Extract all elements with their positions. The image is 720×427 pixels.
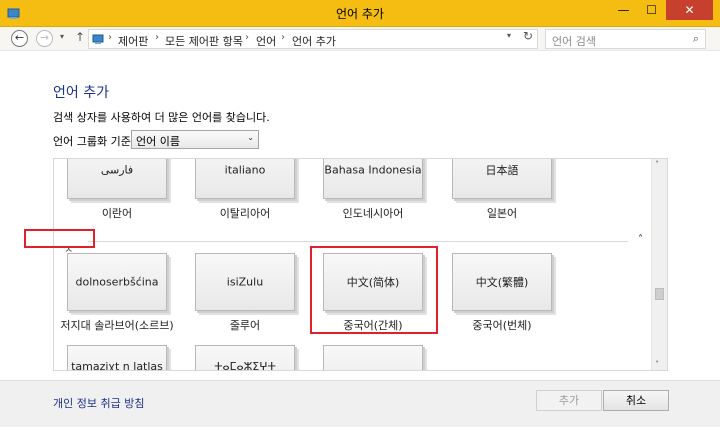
language-tile-italian[interactable]: italiano <box>195 159 295 199</box>
language-label: 인도네시아어 <box>342 207 404 220</box>
address-bar[interactable]: › 제어판 › 모든 제어판 항목 › 언어 › 언어 추가 <box>88 29 538 49</box>
title-bar: 언어 추가 — ☐ ✕ <box>0 0 720 27</box>
language-tile-lower-sorbian[interactable]: dolnoserbšćina <box>67 253 167 311</box>
refresh-icon[interactable]: ↻ <box>523 29 533 43</box>
highlight-box-chinese-simplified <box>310 246 438 334</box>
language-tile-persian[interactable]: فارسی <box>67 159 167 199</box>
breadcrumb-all-items[interactable]: 모든 제어판 항목 <box>165 33 243 49</box>
language-label: 줄루어 <box>229 319 261 332</box>
main-content: 언어 추가 검색 상자를 사용하여 더 많은 언어를 찾습니다. 언어 그룹화 … <box>0 52 720 380</box>
breadcrumb-separator: › <box>281 32 285 43</box>
minimize-button[interactable]: — <box>610 0 637 20</box>
language-label: 저지대 솔라브어(소르브) <box>60 319 174 332</box>
language-native-name: isiZulu <box>226 275 264 289</box>
language-native-name: فارسی <box>100 163 134 177</box>
language-label: 이란어 <box>101 207 133 220</box>
back-button[interactable]: ← <box>11 30 28 47</box>
recent-pages-dropdown-icon[interactable]: ▾ <box>60 32 64 41</box>
footer: 개인 정보 취급 방침 추가 취소 <box>0 380 720 427</box>
page-title: 언어 추가 <box>53 85 109 101</box>
language-native-name: italiano <box>224 163 266 177</box>
close-button[interactable]: ✕ <box>666 0 713 20</box>
breadcrumb-language[interactable]: 언어 <box>256 33 276 49</box>
maximize-button[interactable]: ☐ <box>638 0 665 20</box>
up-button[interactable]: ↑ <box>75 30 85 44</box>
group-by-label: 언어 그룹화 기준: <box>53 135 135 148</box>
scroll-up-icon[interactable]: ˄ <box>655 160 659 169</box>
breadcrumb-add-language[interactable]: 언어 추가 <box>292 33 336 49</box>
breadcrumb-separator: › <box>245 32 249 43</box>
search-placeholder: 언어 검색 <box>552 35 596 48</box>
address-row: ← → ▾ ↑ › 제어판 › 모든 제어판 항목 › 언어 › 언어 추가 ▾… <box>0 27 720 51</box>
scroll-down-icon[interactable]: ˅ <box>655 360 659 369</box>
language-native-name: 中文(繁體) <box>475 276 529 289</box>
language-native-name: tamaziɣt n laṭlaṣ <box>71 360 163 371</box>
language-tile-tamazight-tifinagh[interactable]: ⵜⴰⵎⴰⵣⵉⵖⵜ <box>195 345 295 371</box>
address-history-dropdown-icon[interactable]: ▾ <box>507 31 511 40</box>
control-panel-icon <box>92 34 104 44</box>
language-tile-partial[interactable] <box>323 345 423 370</box>
language-native-name: Bahasa Indonesia <box>324 163 422 177</box>
collapse-group-icon[interactable]: ˄ <box>638 234 643 245</box>
group-divider <box>88 241 628 242</box>
page-description: 검색 상자를 사용하여 더 많은 언어를 찾습니다. <box>53 111 270 124</box>
breadcrumb-control-panel[interactable]: 제어판 <box>118 33 148 49</box>
privacy-policy-link[interactable]: 개인 정보 취급 방침 <box>53 395 144 411</box>
search-input[interactable]: 언어 검색 ⌕ <box>545 29 706 49</box>
language-native-name: 日本語 <box>485 164 519 177</box>
language-tile-japanese[interactable]: 日本語 <box>452 159 552 199</box>
language-label: 일본어 <box>486 207 518 220</box>
vertical-scrollbar[interactable]: ˄ ˅ <box>651 159 667 370</box>
language-label: 중국어(번체) <box>472 319 532 332</box>
language-label: 이탈리아어 <box>219 207 271 220</box>
language-tile-indonesian[interactable]: Bahasa Indonesia <box>323 159 423 199</box>
add-button[interactable]: 추가 <box>536 390 602 411</box>
language-tile-zulu[interactable]: isiZulu <box>195 253 295 311</box>
language-native-name: ⵜⴰⵎⴰⵣⵉⵖⵜ <box>214 360 276 371</box>
language-tile-chinese-traditional[interactable]: 中文(繁體) <box>452 253 552 311</box>
breadcrumb-separator: › <box>108 32 112 43</box>
language-native-name: dolnoserbšćina <box>75 275 159 289</box>
language-tile-tamazight-latin[interactable]: tamaziɣt n laṭlaṣ <box>67 345 167 371</box>
forward-button[interactable]: → <box>36 30 53 47</box>
group-by-select[interactable]: 언어 이름 ⌄ <box>131 130 259 149</box>
chevron-down-icon: ⌄ <box>247 133 254 142</box>
search-icon[interactable]: ⌕ <box>693 32 699 46</box>
group-by-value: 언어 이름 <box>136 135 180 148</box>
breadcrumb-separator: › <box>155 32 159 43</box>
scrollbar-thumb[interactable] <box>655 288 664 300</box>
cancel-button[interactable]: 취소 <box>603 390 669 411</box>
highlight-box-group-header <box>24 229 95 248</box>
